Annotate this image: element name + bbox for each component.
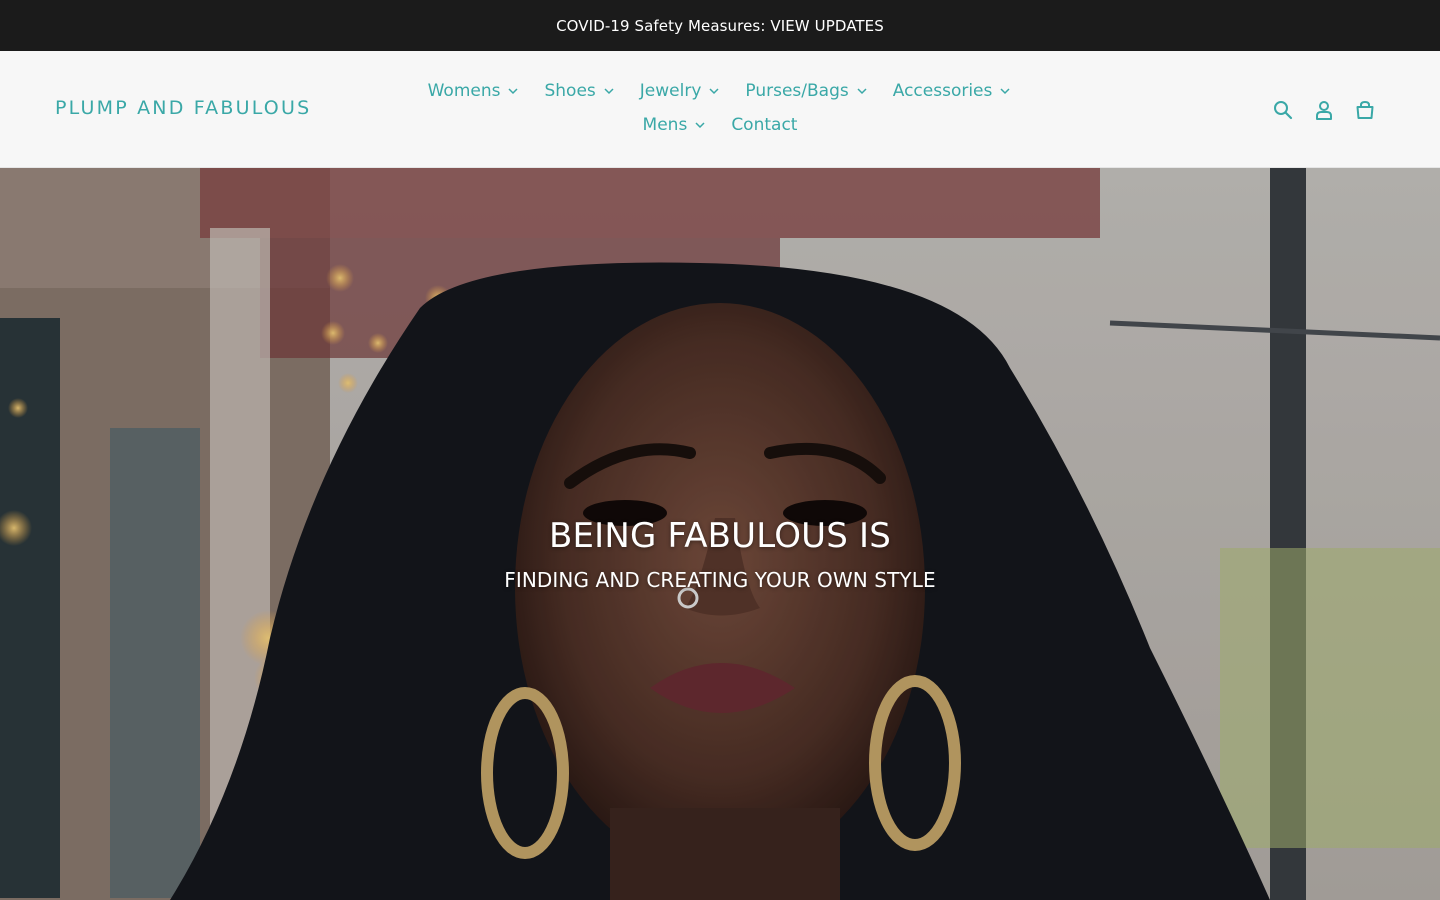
announcement-text[interactable]: COVID-19 Safety Measures: VIEW UPDATES [556,17,884,35]
chevron-down-icon [693,118,707,132]
chevron-down-icon [707,84,721,98]
hero-banner[interactable]: BEING FABULOUS IS FINDING AND CREATING Y… [0,168,1440,900]
account-icon[interactable] [1313,99,1335,121]
nav-item-label: Womens [427,81,501,101]
nav-item-accessories[interactable]: Accessories [881,79,1025,103]
nav-item-womens[interactable]: Womens [416,79,533,103]
nav-item-label: Jewelry [639,81,702,101]
main-nav: Womens Shoes Jewelry Purses/Bags Accesso… [405,79,1035,137]
nav-item-purses-bags[interactable]: Purses/Bags [733,79,880,103]
nav-item-contact[interactable]: Contact [719,113,809,137]
nav-item-jewelry[interactable]: Jewelry [628,79,734,103]
nav-item-label: Contact [731,115,798,135]
announcement-bar[interactable]: COVID-19 Safety Measures: VIEW UPDATES [0,0,1440,51]
search-icon[interactable] [1272,99,1294,121]
hero-subtitle: FINDING AND CREATING YOUR OWN STYLE [504,568,936,592]
nav-item-label: Accessories [892,81,993,101]
chevron-down-icon [998,84,1012,98]
chevron-down-icon [602,84,616,98]
nav-item-label: Purses/Bags [745,81,849,101]
nav-item-label: Shoes [544,81,596,101]
nav-item-shoes[interactable]: Shoes [532,79,627,103]
site-header: PLUMP AND FABULOUS Womens Shoes Jewelry … [0,51,1440,168]
site-logo[interactable]: PLUMP AND FABULOUS [55,97,311,119]
nav-item-label: Mens [642,115,688,135]
chevron-down-icon [855,84,869,98]
chevron-down-icon [506,84,520,98]
cart-icon[interactable] [1354,99,1376,121]
header-icons [1272,99,1376,121]
nav-item-mens[interactable]: Mens [631,113,720,137]
hero-title: BEING FABULOUS IS [548,516,892,556]
